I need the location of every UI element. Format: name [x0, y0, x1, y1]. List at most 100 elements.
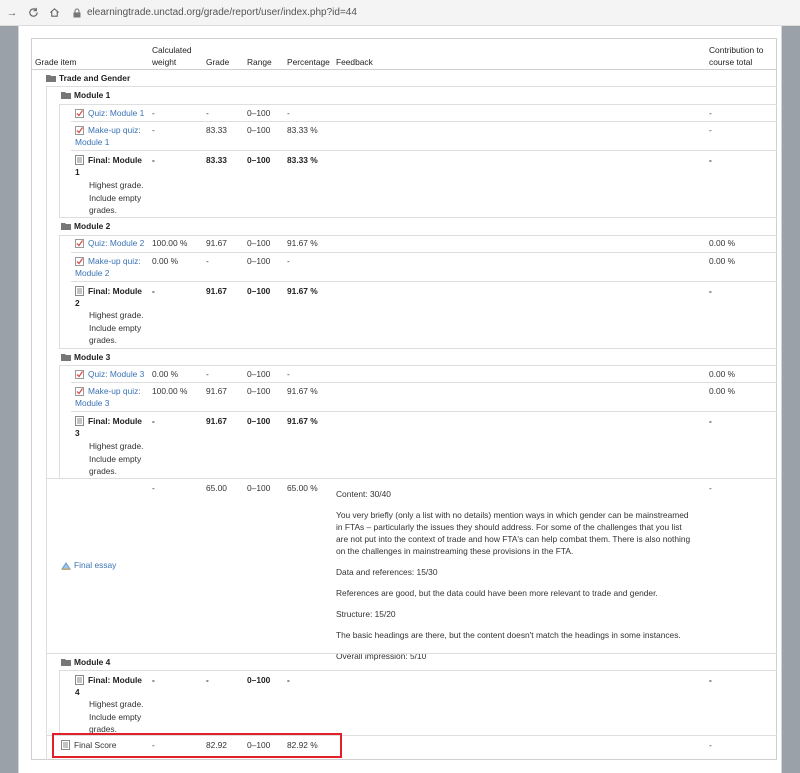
- module-2-title: Module 2: [74, 221, 111, 231]
- grade-cell: -: [206, 369, 209, 379]
- feedback-line: Overall impression: 5/10: [336, 651, 427, 661]
- header-weight-2: weight: [152, 57, 177, 67]
- folder-icon: [61, 353, 71, 363]
- header-range: Range: [247, 57, 272, 67]
- range-cell: 0–100: [247, 238, 271, 248]
- weight-cell: 0.00 %: [152, 256, 179, 266]
- weight-cell: -: [152, 155, 155, 165]
- feedback-paragraph: You very briefly (only a list with no de…: [336, 510, 691, 556]
- makeup-quiz-module-1-link[interactable]: Make-up quiz: Module 1: [75, 125, 141, 147]
- percentage-cell: -: [287, 369, 290, 379]
- label-line-2: 3: [75, 428, 80, 438]
- percentage-cell: 91.67 %: [287, 286, 318, 296]
- contribution-cell: -: [709, 125, 712, 135]
- contribution-cell: -: [709, 155, 712, 165]
- grade-report-page: Grade item Calculated weight Grade Range…: [18, 26, 782, 773]
- contribution-cell: -: [709, 483, 712, 493]
- final-essay-link[interactable]: Final essay: [74, 560, 116, 570]
- header-contribution-2: course total: [709, 57, 753, 67]
- grade-cell: -: [206, 108, 209, 118]
- feedback-line: Structure: 15/20: [336, 609, 396, 619]
- label-line-1: Final: Module: [88, 155, 142, 165]
- aggregation-note: Highest grade. Include empty grades.: [89, 309, 143, 347]
- contribution-cell: 0.00 %: [709, 238, 736, 248]
- feedback-line: Data and references: 15/30: [336, 567, 438, 577]
- range-cell: 0–100: [247, 386, 271, 396]
- aggregation-note: Highest grade. Include empty grades.: [89, 179, 143, 217]
- folder-icon: [61, 91, 71, 101]
- lock-icon: [73, 7, 81, 17]
- contribution-cell: -: [709, 286, 712, 296]
- link-line-2: Module 1: [75, 137, 110, 147]
- range-cell: 0–100: [247, 108, 271, 118]
- folder-icon: [61, 222, 71, 232]
- percentage-cell: 83.33 %: [287, 125, 318, 135]
- label-line-1: Final: Module: [88, 286, 142, 296]
- header-contribution-1: Contribution to: [709, 45, 764, 55]
- link-line-1: Make-up quiz:: [88, 125, 141, 135]
- grade-cell: 91.67: [206, 386, 227, 396]
- note-line: Include empty: [89, 192, 142, 203]
- contribution-cell: -: [709, 675, 712, 685]
- note-line: Highest grade.: [89, 310, 144, 320]
- quiz-icon: [75, 239, 84, 250]
- essay-feedback: Content: 30/40 You very briefly (only a …: [336, 488, 696, 671]
- note-line: Include empty: [89, 453, 142, 464]
- contribution-cell: 0.00 %: [709, 369, 736, 379]
- assignment-icon: [61, 561, 71, 573]
- header-grade: Grade: [206, 57, 230, 67]
- grade-cell: 91.67: [206, 286, 227, 296]
- weight-cell: -: [152, 483, 155, 493]
- makeup-quiz-module-3-link[interactable]: Make-up quiz: Module 3: [75, 386, 141, 408]
- note-line: Include empty: [89, 322, 142, 333]
- label-line-2: 1: [75, 167, 80, 177]
- quiz-module-2-link[interactable]: Quiz: Module 2: [88, 238, 144, 248]
- note-line: Highest grade.: [89, 441, 144, 451]
- percentage-cell: 65.00 %: [287, 483, 318, 493]
- feedback-line: Content: 30/40: [336, 489, 391, 499]
- range-cell: 0–100: [247, 369, 271, 379]
- grade-cell: -: [206, 256, 209, 266]
- link-line-1: Make-up quiz:: [88, 256, 141, 266]
- course-title: Trade and Gender: [59, 73, 131, 83]
- quiz-module-1-link[interactable]: Quiz: Module 1: [88, 108, 144, 118]
- feedback-paragraph: The basic headings are there, but the co…: [336, 630, 681, 640]
- url-text: elearningtrade.unctad.org/grade/report/u…: [87, 7, 357, 18]
- reload-icon[interactable]: [24, 4, 42, 22]
- folder-icon: [46, 74, 56, 84]
- module-3-title: Module 3: [74, 352, 111, 362]
- module-4-title: Module 4: [74, 657, 111, 667]
- quiz-icon: [75, 109, 84, 120]
- grade-cell: -: [206, 675, 209, 685]
- percentage-cell: 91.67 %: [287, 238, 318, 248]
- grade-cell: 65.00: [206, 483, 227, 493]
- label-line-1: Final: Module: [88, 675, 142, 685]
- makeup-quiz-module-2-link[interactable]: Make-up quiz: Module 2: [75, 256, 141, 278]
- address-bar[interactable]: elearningtrade.unctad.org/grade/report/u…: [73, 7, 357, 18]
- note-line: grades.: [89, 335, 117, 345]
- label-line-2: 2: [75, 298, 80, 308]
- aggregation-note: Highest grade. Include empty grades.: [89, 440, 143, 478]
- header-percentage: Percentage: [287, 57, 330, 67]
- quiz-module-3-link[interactable]: Quiz: Module 3: [88, 369, 144, 379]
- grade-cell: 91.67: [206, 238, 227, 248]
- link-line-1: Make-up quiz:: [88, 386, 141, 396]
- range-cell: 0–100: [247, 416, 271, 426]
- note-line: Include empty: [89, 711, 142, 722]
- final-module-4-label: Final: Module 4: [75, 675, 142, 697]
- note-line: grades.: [89, 466, 117, 476]
- note-line: grades.: [89, 205, 117, 215]
- home-icon[interactable]: [45, 4, 63, 22]
- percentage-cell: -: [287, 256, 290, 266]
- final-module-1-label: Final: Module 1: [75, 155, 142, 177]
- back-arrow-icon[interactable]: →: [3, 4, 21, 22]
- final-score-highlight: [52, 733, 342, 758]
- contribution-cell: -: [709, 108, 712, 118]
- weight-cell: -: [152, 125, 155, 135]
- grade-cell: 83.33: [206, 125, 227, 135]
- contribution-cell: 0.00 %: [709, 386, 736, 396]
- weight-cell: -: [152, 416, 155, 426]
- final-module-3-label: Final: Module 3: [75, 416, 142, 438]
- contribution-cell: -: [709, 740, 712, 750]
- quiz-icon: [75, 370, 84, 381]
